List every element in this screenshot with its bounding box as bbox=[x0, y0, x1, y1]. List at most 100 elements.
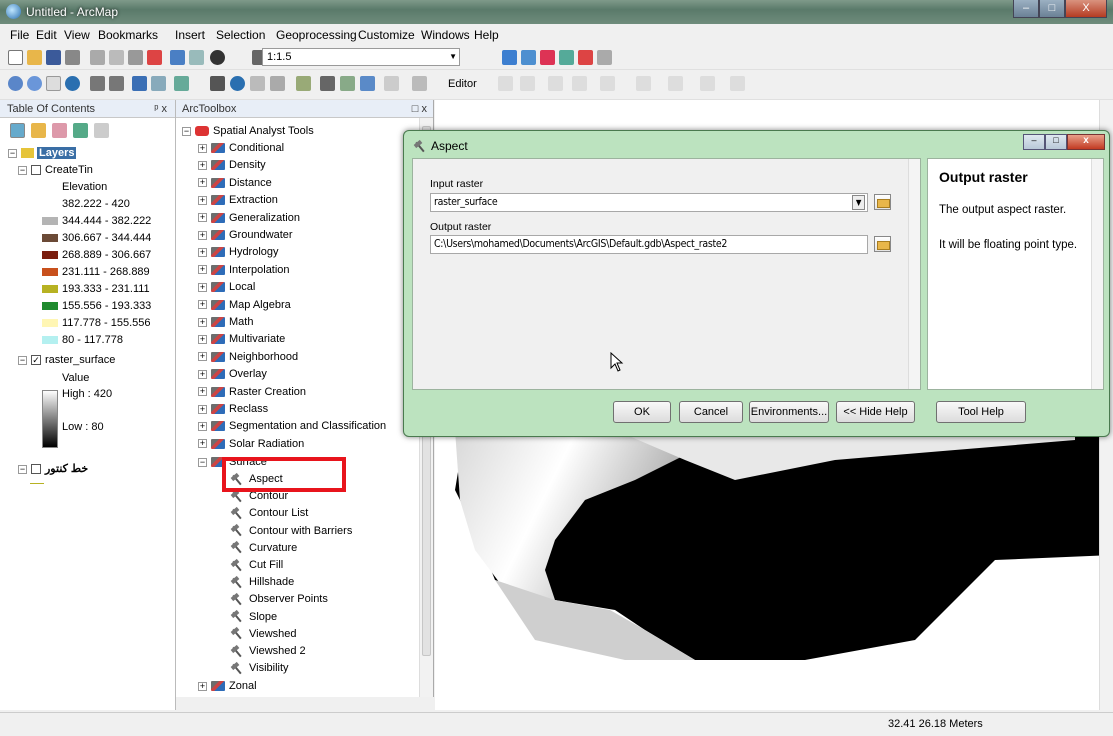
expand-icon[interactable]: + bbox=[198, 282, 207, 292]
fixed-zoom-out-icon[interactable] bbox=[109, 76, 124, 91]
toolbox-root[interactable]: − Spatial Analyst Tools bbox=[182, 125, 314, 142]
arctoolbox-icon[interactable] bbox=[578, 50, 593, 65]
browse-folder-icon[interactable] bbox=[874, 194, 891, 210]
expand-icon[interactable]: + bbox=[198, 143, 207, 153]
new-icon[interactable] bbox=[8, 50, 23, 65]
cut-icon[interactable] bbox=[90, 50, 105, 65]
surface-tool-item[interactable]: Viewshed bbox=[231, 628, 297, 645]
toolset-item[interactable]: + Generalization bbox=[198, 212, 300, 229]
zoom-in-icon[interactable] bbox=[8, 76, 23, 91]
toolset-item[interactable]: + Hydrology bbox=[198, 246, 279, 263]
measure-icon[interactable] bbox=[296, 76, 311, 91]
list-by-source-icon[interactable] bbox=[31, 123, 46, 138]
dialog-maximize-button[interactable]: □ bbox=[1045, 134, 1067, 150]
undo-icon[interactable] bbox=[170, 50, 185, 65]
toolset-item[interactable]: + Multivariate bbox=[198, 333, 285, 350]
params-scrollbar[interactable] bbox=[908, 159, 920, 389]
close-button[interactable]: X bbox=[1065, 0, 1107, 18]
toolset-item[interactable]: + Density bbox=[198, 159, 266, 176]
toolset-item[interactable]: + Neighborhood bbox=[198, 351, 298, 368]
full-extent-icon[interactable] bbox=[65, 76, 80, 91]
environments-button[interactable]: Environments... bbox=[749, 401, 829, 423]
output-raster-field[interactable]: C:\Users\mohamed\Documents\ArcGIS\Defaul… bbox=[430, 235, 868, 254]
expand-icon[interactable]: + bbox=[198, 387, 207, 397]
find-icon[interactable] bbox=[320, 76, 335, 91]
help-scrollbar[interactable] bbox=[1091, 159, 1103, 389]
surface-tool-item[interactable]: Visibility bbox=[231, 662, 289, 679]
collapse-icon[interactable]: − bbox=[8, 148, 17, 158]
surface-tool-item[interactable]: Curvature bbox=[231, 542, 297, 559]
menu-windows[interactable]: Windows bbox=[421, 28, 470, 42]
toolset-item[interactable]: + Conditional bbox=[198, 142, 284, 159]
surface-tool-item[interactable]: Cut Fill bbox=[231, 559, 283, 576]
expand-icon[interactable]: + bbox=[198, 317, 207, 327]
paste-icon[interactable] bbox=[128, 50, 143, 65]
toolset-item[interactable]: + Groundwater bbox=[198, 229, 293, 246]
input-raster-combobox[interactable]: raster_surface ▼ bbox=[430, 193, 868, 212]
expand-icon[interactable]: + bbox=[198, 300, 207, 310]
open-icon[interactable] bbox=[27, 50, 42, 65]
menu-insert[interactable]: Insert bbox=[175, 28, 205, 42]
toolset-item[interactable]: + Map Algebra bbox=[198, 299, 291, 316]
expand-icon[interactable]: + bbox=[198, 160, 207, 170]
toolset-item[interactable]: + Interpolation bbox=[198, 264, 290, 281]
layer-contour[interactable]: − خط کنتور bbox=[18, 462, 88, 475]
editor-menu[interactable]: Editor bbox=[448, 78, 477, 90]
toolset-item[interactable]: + Segmentation and Classification bbox=[198, 420, 386, 437]
catalog-icon[interactable] bbox=[540, 50, 555, 65]
toolset-item[interactable]: + Overlay bbox=[198, 368, 267, 385]
hide-help-button[interactable]: << Hide Help bbox=[836, 401, 915, 423]
zoom-out-icon[interactable] bbox=[27, 76, 42, 91]
copy-icon[interactable] bbox=[109, 50, 124, 65]
toc-pin-close[interactable]: ᵖ x bbox=[154, 103, 167, 115]
print-icon[interactable] bbox=[65, 50, 80, 65]
toolset-item[interactable]: + Local bbox=[198, 281, 255, 298]
minimize-button[interactable]: – bbox=[1013, 0, 1039, 18]
expand-icon[interactable]: + bbox=[198, 439, 207, 449]
expand-icon[interactable]: + bbox=[198, 421, 207, 431]
menu-view[interactable]: View bbox=[64, 28, 90, 42]
time-slider-icon[interactable] bbox=[384, 76, 399, 91]
expand-icon[interactable]: + bbox=[198, 247, 207, 257]
delete-icon[interactable] bbox=[147, 50, 162, 65]
layer-createtin[interactable]: − CreateTin bbox=[18, 164, 93, 176]
layers-frame[interactable]: − Layers bbox=[8, 147, 77, 159]
dialog-minimize-button[interactable]: – bbox=[1023, 134, 1045, 150]
collapse-icon[interactable]: − bbox=[18, 355, 27, 365]
pan-icon[interactable] bbox=[46, 76, 61, 91]
expand-icon[interactable]: + bbox=[198, 404, 207, 414]
select-features-icon[interactable] bbox=[174, 76, 189, 91]
list-by-drawing-order-icon[interactable] bbox=[10, 123, 25, 138]
surface-tool-item[interactable]: Viewshed 2 bbox=[231, 645, 306, 662]
surface-tool-item[interactable]: Contour List bbox=[231, 507, 308, 524]
create-viewer-icon[interactable] bbox=[412, 76, 427, 91]
layer-visibility-checkbox[interactable]: ✓ bbox=[31, 355, 41, 366]
toolset-zonal[interactable]: + Zonal bbox=[198, 680, 257, 697]
find-route-icon[interactable] bbox=[340, 76, 355, 91]
toolset-item[interactable]: + Reclass bbox=[198, 403, 268, 420]
surface-tool-item[interactable]: Contour bbox=[231, 490, 288, 507]
forward-icon[interactable] bbox=[151, 76, 166, 91]
python-window-icon[interactable] bbox=[597, 50, 612, 65]
toolset-item[interactable]: + Math bbox=[198, 316, 253, 333]
toolset-item[interactable]: + Extraction bbox=[198, 194, 278, 211]
options-icon[interactable] bbox=[94, 123, 109, 138]
surface-tool-item[interactable]: Observer Points bbox=[231, 593, 328, 610]
html-popup-icon[interactable] bbox=[270, 76, 285, 91]
collapse-icon[interactable]: − bbox=[182, 126, 191, 136]
add-data-icon[interactable] bbox=[210, 50, 225, 65]
menu-selection[interactable]: Selection bbox=[216, 28, 265, 42]
ok-button[interactable]: OK bbox=[613, 401, 671, 423]
map-scale-combobox[interactable]: 1:1.5 ▼ bbox=[262, 48, 460, 66]
expand-icon[interactable]: + bbox=[198, 352, 207, 362]
hyperlink-icon[interactable] bbox=[250, 76, 265, 91]
list-by-selection-icon[interactable] bbox=[73, 123, 88, 138]
chevron-down-icon[interactable]: ▼ bbox=[852, 195, 865, 210]
menu-edit[interactable]: Edit bbox=[36, 28, 57, 42]
layer-visibility-checkbox[interactable] bbox=[31, 464, 41, 475]
expand-icon[interactable]: + bbox=[198, 213, 207, 223]
save-icon[interactable] bbox=[46, 50, 61, 65]
table-of-contents-icon[interactable] bbox=[521, 50, 536, 65]
browse-folder-icon[interactable] bbox=[874, 236, 891, 252]
chevron-down-icon[interactable]: ▼ bbox=[449, 52, 457, 61]
